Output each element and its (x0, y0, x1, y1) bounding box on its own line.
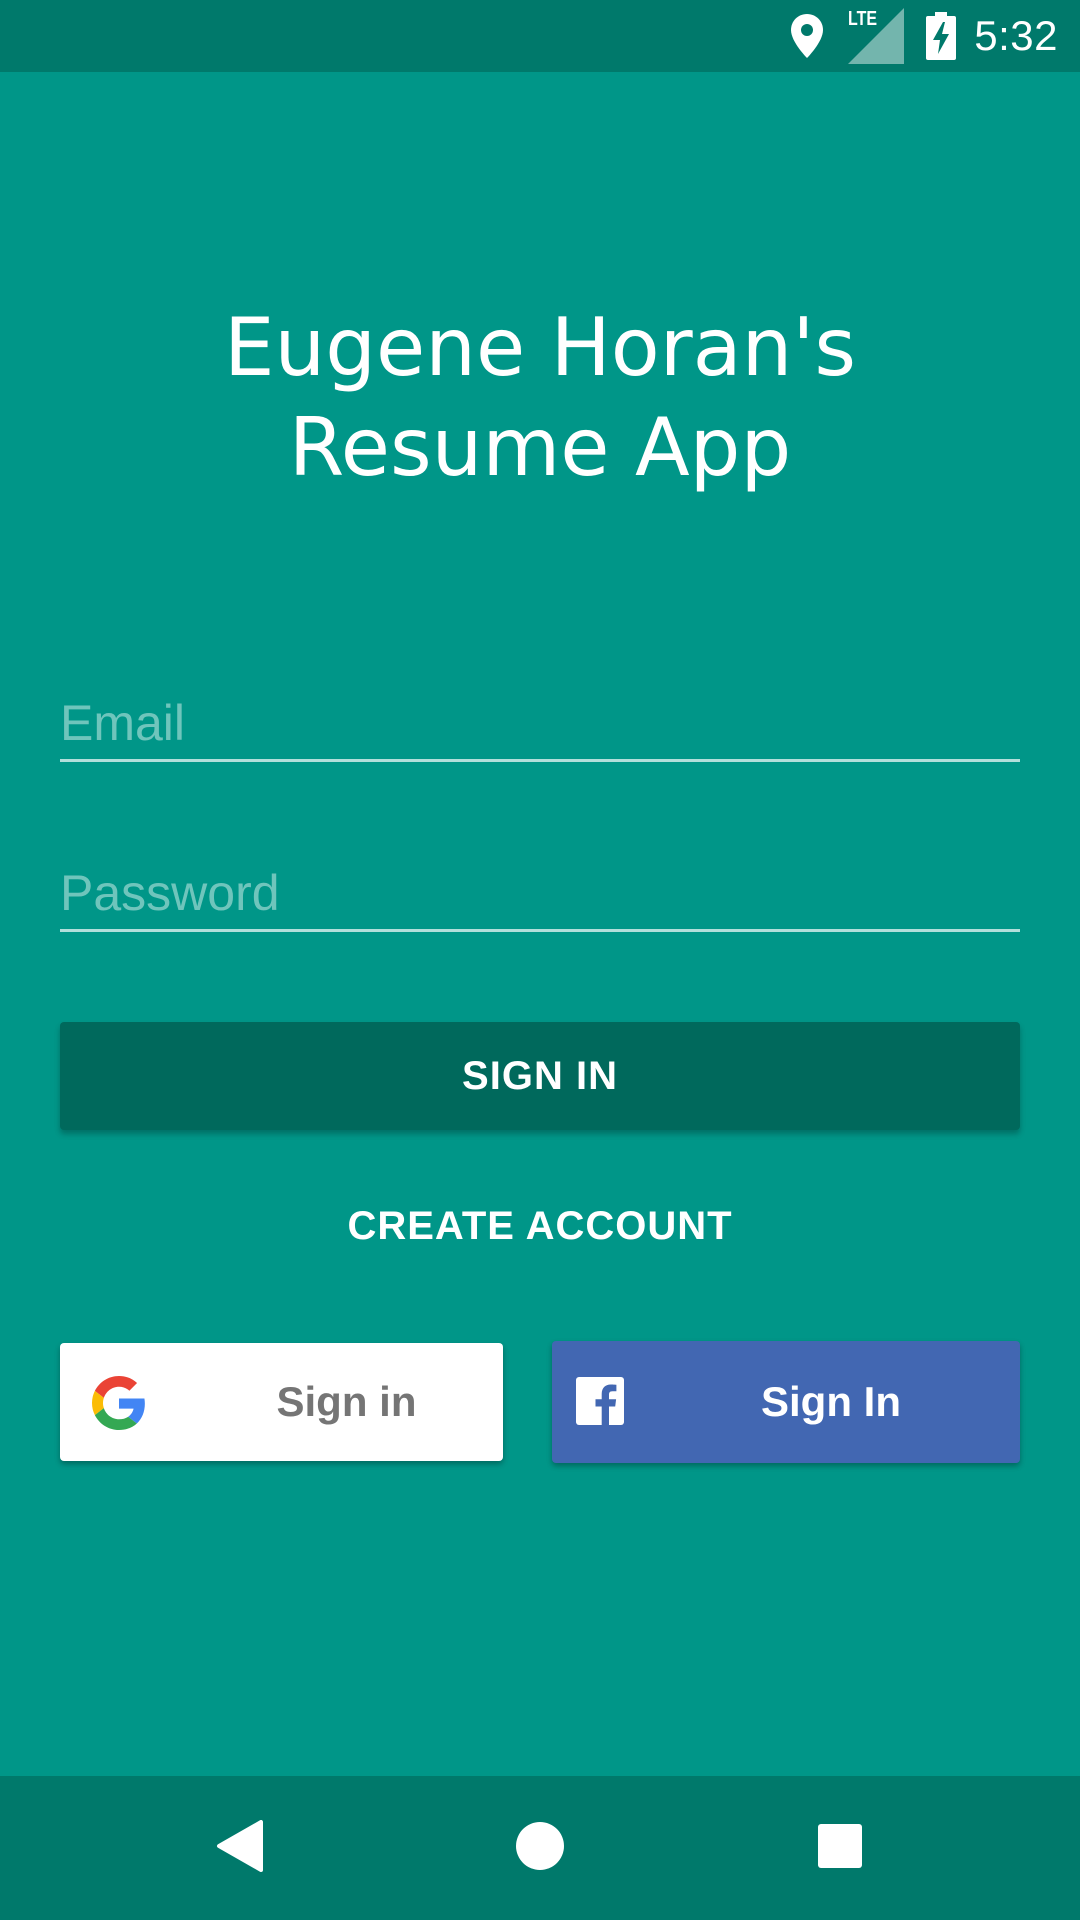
back-button[interactable] (160, 1776, 320, 1920)
sign-in-button[interactable]: SIGN IN (60, 1022, 1020, 1130)
status-time: 5:32 (974, 12, 1058, 59)
app-title-line-2: Resume App (288, 401, 792, 494)
google-sign-in-label: Sign in (276, 1378, 417, 1425)
google-icon (92, 1376, 146, 1435)
sign-in-button-label: SIGN IN (462, 1053, 618, 1098)
create-account-button[interactable]: CREATE ACCOUNT (0, 1196, 1080, 1256)
app-title: Eugene Horan's Resume App (0, 298, 1080, 498)
create-account-label: CREATE ACCOUNT (347, 1204, 733, 1248)
location-icon (790, 13, 824, 59)
battery-charging-icon (926, 12, 957, 60)
recents-icon (817, 1823, 863, 1874)
home-icon (515, 1821, 565, 1876)
facebook-sign-in-label: Sign In (761, 1378, 901, 1425)
facebook-sign-in-button[interactable]: Sign In (552, 1341, 1020, 1463)
password-field[interactable] (60, 856, 1020, 932)
email-field[interactable] (60, 686, 1020, 762)
recents-button[interactable] (760, 1776, 920, 1920)
navigation-bar (0, 1776, 1080, 1920)
status-icons: LTE 5:32 (790, 0, 1058, 72)
back-icon (215, 1819, 265, 1877)
status-bar: LTE 5:32 (0, 0, 1080, 72)
google-sign-in-button[interactable]: Sign in (60, 1343, 503, 1461)
home-button[interactable] (460, 1776, 620, 1920)
facebook-icon (576, 1377, 624, 1430)
network-type-label: LTE (848, 8, 878, 30)
signal-icon: LTE (848, 8, 905, 64)
app-title-line-1: Eugene Horan's (224, 301, 856, 394)
